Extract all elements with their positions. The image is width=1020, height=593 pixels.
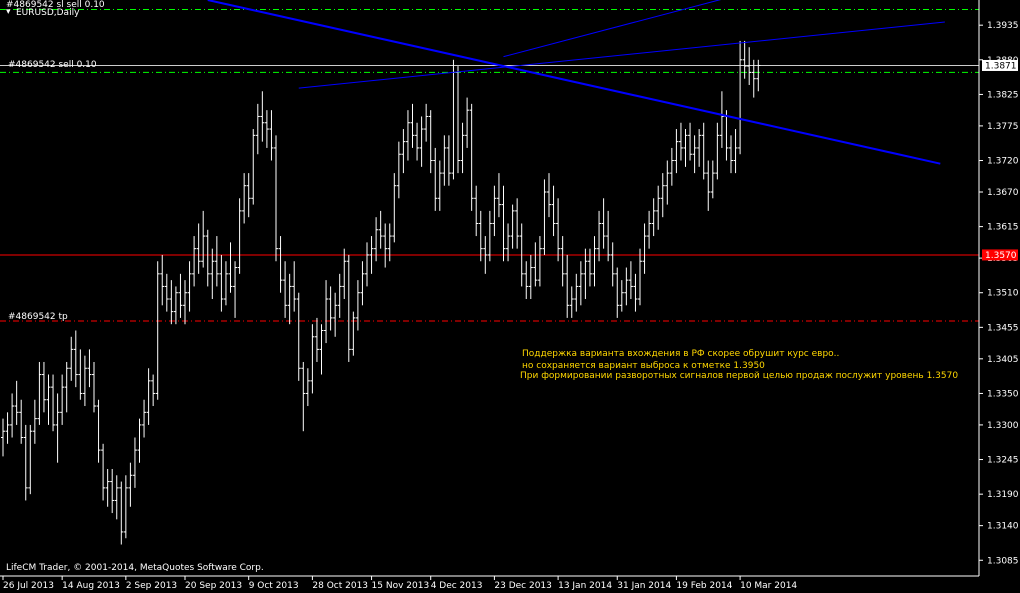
y-tick-label: 1.3935 [987, 21, 1019, 31]
x-tick-label: 13 Jan 2014 [558, 581, 612, 591]
y-tick-label: 1.3455 [987, 323, 1019, 333]
symbol-label: EURUSD,Daily [16, 8, 80, 18]
y-tick-label: 1.3775 [987, 122, 1019, 132]
price-chart[interactable]: 1.39351.38801.38251.37751.37201.36701.36… [0, 0, 1020, 593]
y-tick-label: 1.3405 [987, 355, 1019, 365]
y-tick-label: 1.3720 [987, 157, 1019, 167]
tp-order-label: #4869542 tp [8, 312, 68, 322]
y-tick-label: 1.3615 [987, 223, 1019, 233]
y-tick-label: 1.3140 [987, 522, 1019, 532]
y-tick-label: 1.3825 [987, 90, 1019, 100]
y-tick-label: 1.3190 [987, 490, 1019, 500]
current-price-label: 1.3871 [985, 61, 1017, 71]
x-tick-label: 2 Sep 2013 [126, 581, 177, 591]
chart-window: 1.39351.38801.38251.37751.37201.36701.36… [0, 0, 1020, 593]
y-tick-label: 1.3350 [987, 389, 1019, 399]
annotation-line-3: При формировании разворотных сигналов пе… [520, 371, 958, 381]
x-tick-label: 14 Aug 2013 [62, 581, 120, 591]
x-tick-label: 15 Nov 2013 [372, 581, 430, 591]
y-tick-label: 1.3300 [987, 421, 1019, 431]
copyright-text: LifeCM Trader, © 2001-2014, MetaQuotes S… [6, 563, 264, 573]
support-price-label: 1.3570 [985, 251, 1017, 261]
annotation-line-1: Поддержка варианта вхождения в РФ скорее… [522, 349, 839, 359]
x-tick-label: 26 Jul 2013 [3, 581, 54, 591]
x-tick-label: 4 Dec 2013 [431, 581, 483, 591]
x-tick-label: 23 Dec 2013 [494, 581, 552, 591]
y-tick-label: 1.3510 [987, 289, 1019, 299]
y-tick-label: 1.3085 [987, 556, 1019, 566]
chart-background [0, 0, 1020, 593]
x-tick-label: 20 Sep 2013 [185, 581, 242, 591]
x-tick-label: 10 Mar 2014 [740, 581, 797, 591]
x-tick-label: 31 Jan 2014 [617, 581, 671, 591]
y-tick-label: 1.3245 [987, 456, 1019, 466]
annotation-line-2: но сохраняется вариант выброса к отметке… [522, 361, 765, 371]
x-tick-label: 28 Oct 2013 [312, 581, 368, 591]
chart-title-arrow: ▾ [6, 7, 11, 17]
y-tick-label: 1.3670 [987, 188, 1019, 198]
x-tick-label: 9 Oct 2013 [249, 581, 299, 591]
x-tick-label: 19 Feb 2014 [676, 581, 732, 591]
sell-order-label: #4869542 sell 0.10 [8, 60, 97, 70]
